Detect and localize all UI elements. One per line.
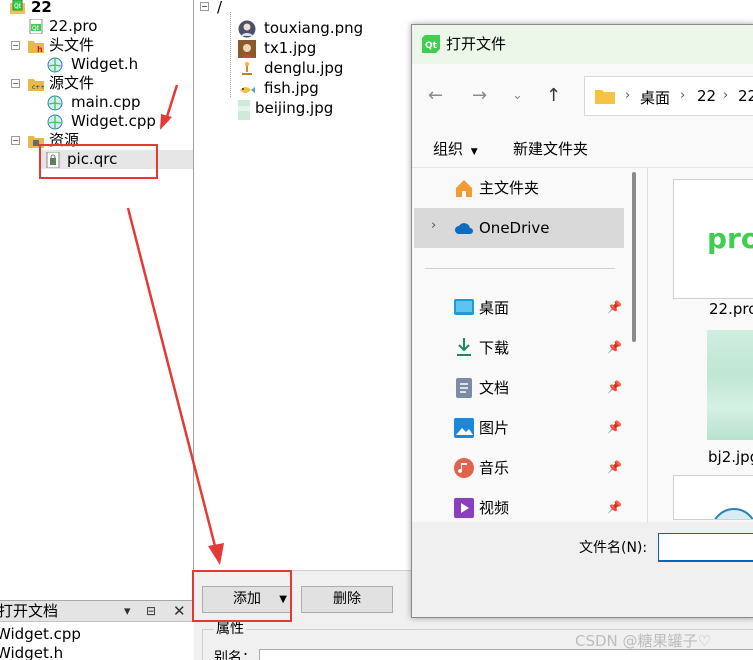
annotation-arrowhead	[160, 114, 172, 130]
screenshot-root: Qt 22 Qt 22.pro − h 头文件 Widget.h − c++ 源…	[0, 0, 753, 660]
watermark: CSDN @糖果罐子♡	[575, 632, 711, 650]
annotation-arrowhead	[208, 543, 224, 565]
annotation-arrows	[126, 84, 224, 565]
annotation-arrow	[126, 207, 218, 551]
